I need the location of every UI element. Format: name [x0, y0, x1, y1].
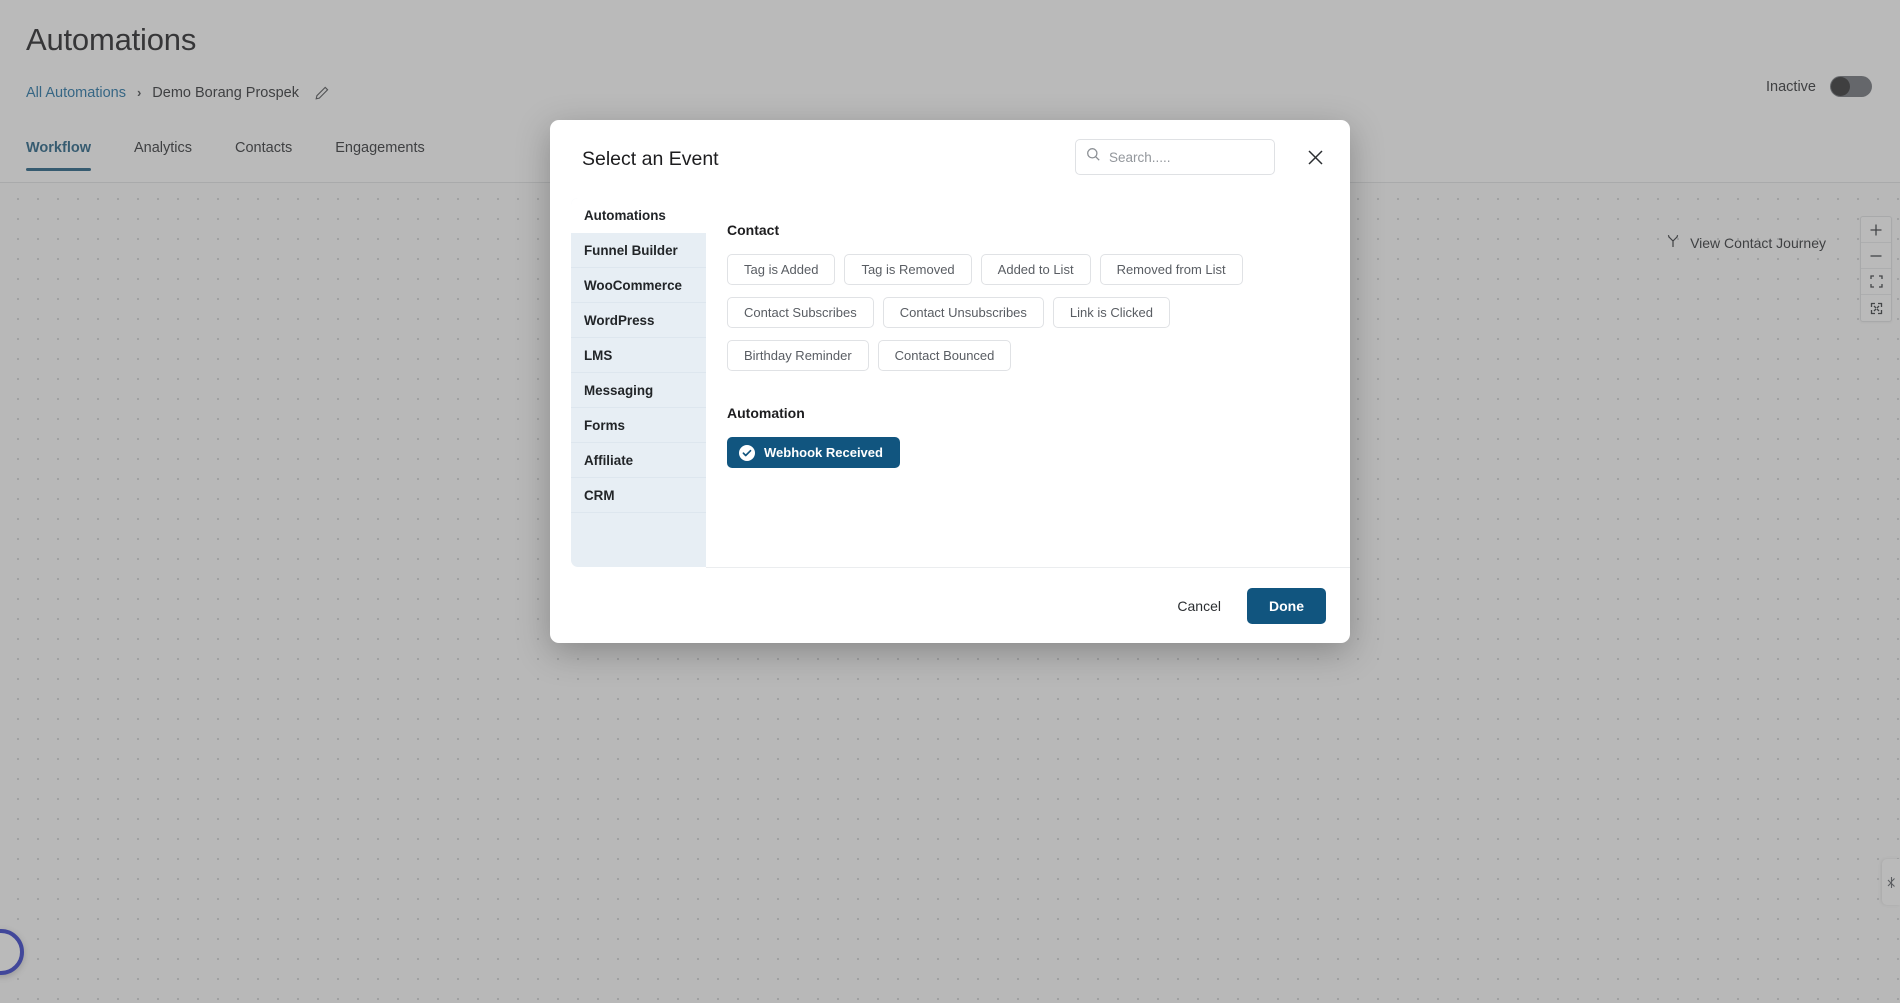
- cancel-button[interactable]: Cancel: [1161, 589, 1237, 623]
- event-chip-added-to-list[interactable]: Added to List: [980, 254, 1091, 285]
- category-list: Automations Funnel Builder WooCommerce W…: [571, 198, 706, 567]
- chip-row-automation: Webhook Received: [727, 437, 1350, 468]
- modal-header: Select an Event: [550, 120, 1350, 198]
- event-chip-contact-subscribes[interactable]: Contact Subscribes: [727, 297, 874, 328]
- check-circle-icon: [739, 444, 755, 461]
- event-chip-contact-unsubscribes[interactable]: Contact Unsubscribes: [882, 297, 1044, 328]
- category-item-wordpress[interactable]: WordPress: [571, 303, 706, 338]
- search-input[interactable]: [1109, 149, 1264, 165]
- category-item-messaging[interactable]: Messaging: [571, 373, 706, 408]
- event-chip-contact-bounced[interactable]: Contact Bounced: [877, 340, 1012, 371]
- category-item-funnel-builder[interactable]: Funnel Builder: [571, 233, 706, 268]
- event-chip-link-is-clicked[interactable]: Link is Clicked: [1052, 297, 1170, 328]
- modal-title: Select an Event: [582, 147, 719, 170]
- group-title-contact: Contact: [727, 222, 780, 238]
- event-chip-removed-from-list[interactable]: Removed from List: [1099, 254, 1243, 285]
- chip-row-contact-1: Tag is Added Tag is Removed Added to Lis…: [727, 254, 1350, 285]
- category-item-crm[interactable]: CRM: [571, 478, 706, 513]
- close-icon[interactable]: [1302, 144, 1328, 170]
- modal-footer: Cancel Done: [706, 567, 1350, 643]
- category-item-forms[interactable]: Forms: [571, 408, 706, 443]
- done-button[interactable]: Done: [1247, 587, 1326, 624]
- category-item-affiliate[interactable]: Affiliate: [571, 443, 706, 478]
- chip-row-contact-2: Contact Subscribes Contact Unsubscribes …: [727, 297, 1350, 328]
- chip-row-contact-3: Birthday Reminder Contact Bounced: [727, 340, 1350, 371]
- category-item-lms[interactable]: LMS: [571, 338, 706, 373]
- search-box[interactable]: [1075, 139, 1275, 175]
- event-chip-label: Webhook Received: [764, 445, 883, 460]
- event-chip-webhook-received[interactable]: Webhook Received: [727, 437, 900, 468]
- category-item-automations[interactable]: Automations: [571, 198, 706, 233]
- group-title-automation: Automation: [727, 405, 805, 421]
- event-chip-birthday-reminder[interactable]: Birthday Reminder: [727, 340, 869, 371]
- category-list-filler: [571, 513, 706, 567]
- search-icon: [1086, 147, 1101, 167]
- select-event-modal: Select an Event Automations Funne: [550, 120, 1350, 643]
- event-panel: Contact Tag is Added Tag is Removed Adde…: [706, 198, 1350, 567]
- modal-body: Automations Funnel Builder WooCommerce W…: [550, 198, 1350, 567]
- modal-overlay[interactable]: Select an Event Automations Funne: [0, 0, 1900, 1003]
- automations-page: Automations All Automations › Demo Boran…: [0, 0, 1900, 1003]
- event-chip-tag-is-removed[interactable]: Tag is Removed: [844, 254, 972, 285]
- category-item-woocommerce[interactable]: WooCommerce: [571, 268, 706, 303]
- event-chip-tag-is-added[interactable]: Tag is Added: [727, 254, 836, 285]
